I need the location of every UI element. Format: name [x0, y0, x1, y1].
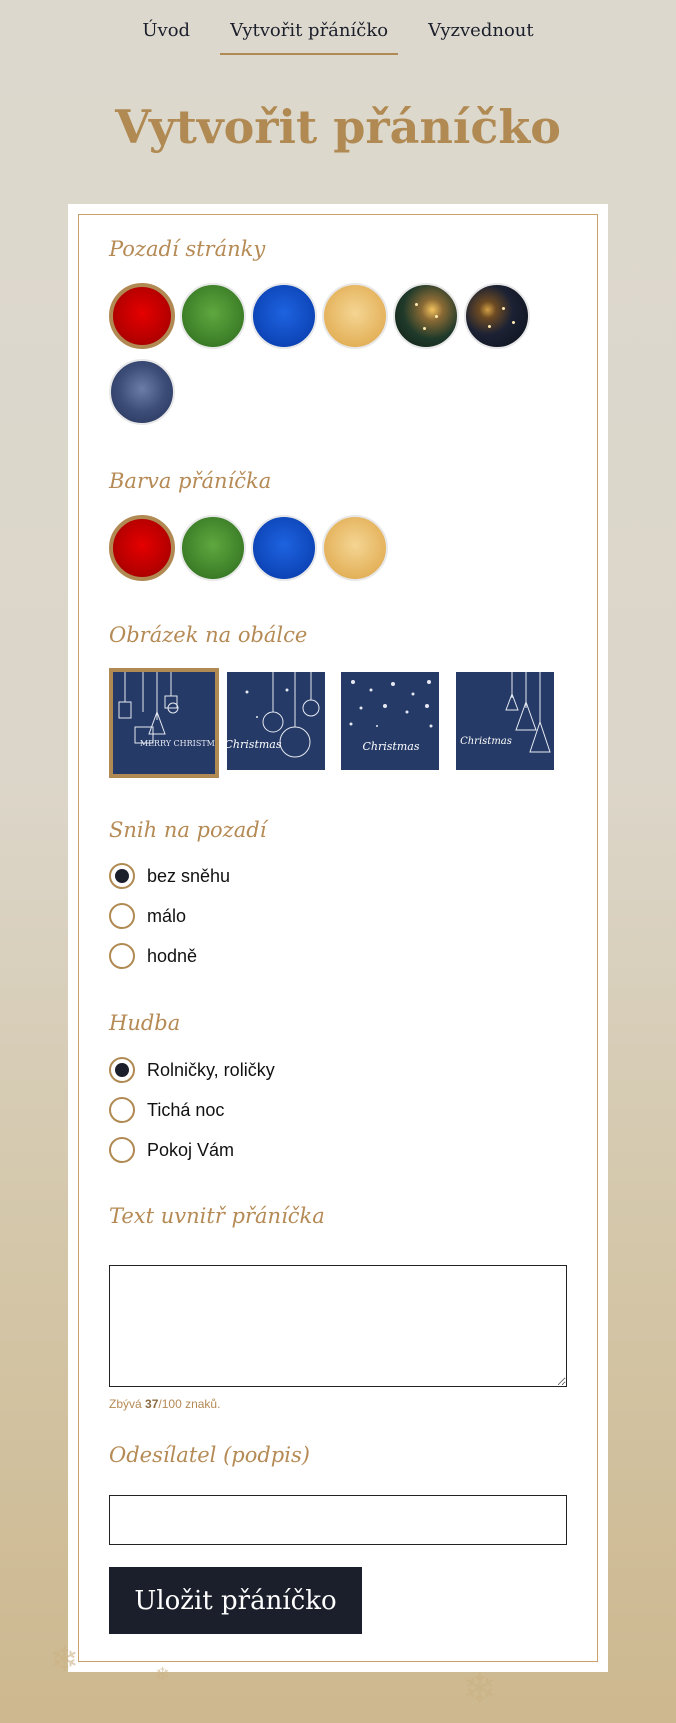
background-swatch-red[interactable]	[109, 283, 175, 349]
music-option-2[interactable]: Tichá noc	[109, 1097, 224, 1123]
background-swatch-photo-lights[interactable]	[393, 283, 459, 349]
card-form: Pozadí stránky Barva přáníčka Obrázek na…	[68, 204, 608, 1672]
background-section-title: Pozadí stránky	[109, 237, 266, 261]
sender-input[interactable]	[109, 1495, 567, 1545]
snow-radio-none[interactable]	[109, 863, 135, 889]
music-radio-3[interactable]	[109, 1137, 135, 1163]
counter-suffix: /100 znaků.	[158, 1397, 221, 1411]
background-swatch-photo-snow-texture[interactable]	[109, 359, 175, 425]
music-radio-2[interactable]	[109, 1097, 135, 1123]
snow-label-lots: hodně	[147, 945, 198, 966]
gifts-stocking-illustration: MERRY CHRISTMAS	[118, 672, 215, 748]
cover-text-1: MERRY CHRISTMAS	[140, 739, 215, 748]
music-option-3[interactable]: Pokoj Vám	[109, 1137, 234, 1163]
page-title: Vytvořit přáníčko	[115, 100, 561, 154]
hanging-baubles-illustration: Christmas	[227, 672, 320, 758]
card-color-section-title: Barva přáníčka	[109, 469, 272, 493]
background-swatch-gold[interactable]	[322, 283, 388, 349]
cover-text-4: Christmas	[460, 736, 512, 747]
background-swatch-photo-ornaments[interactable]	[464, 283, 530, 349]
card-text-textarea[interactable]	[109, 1265, 567, 1387]
snow-option-lots[interactable]: hodně	[109, 943, 197, 969]
background-swatch-green[interactable]	[180, 283, 246, 349]
background-swatch-blue[interactable]	[251, 283, 317, 349]
snow-radio-lots[interactable]	[109, 943, 135, 969]
music-radio-1[interactable]	[109, 1057, 135, 1083]
card-color-swatch-red[interactable]	[109, 515, 175, 581]
nav-item-create[interactable]: Vytvořit přáníčko	[220, 18, 399, 55]
save-card-button[interactable]: Uložit přáníčko	[109, 1567, 362, 1634]
form-frame: Pozadí stránky Barva přáníčka Obrázek na…	[78, 214, 598, 1662]
snow-option-none[interactable]: bez sněhu	[109, 863, 230, 889]
card-color-swatch-blue[interactable]	[251, 515, 317, 581]
text-section-title: Text uvnitř přáníčka	[109, 1204, 325, 1228]
nav-item-pickup[interactable]: Vyzvednout	[418, 18, 544, 55]
counter-prefix: Zbývá	[109, 1397, 142, 1411]
trees-illustration: Christmas	[460, 672, 551, 753]
envelope-option-snowflakes[interactable]: Christmas	[339, 670, 441, 772]
cover-text-2: Christmas	[227, 738, 282, 751]
snowflakes-illustration: Christmas	[349, 680, 433, 753]
nav-item-home[interactable]: Úvod	[132, 18, 200, 55]
snow-option-little[interactable]: málo	[109, 903, 186, 929]
counter-remaining: 37	[145, 1397, 159, 1411]
music-section-title: Hudba	[109, 1011, 181, 1035]
card-color-swatch-gold[interactable]	[322, 515, 388, 581]
music-label-3: Pokoj Vám	[147, 1139, 235, 1160]
music-option-1[interactable]: Rolničky, roličky	[109, 1057, 275, 1083]
music-label-1: Rolničky, roličky	[147, 1059, 275, 1080]
sender-section-title: Odesílatel (podpis)	[109, 1443, 310, 1467]
snowflake-decoration-icon: ❄	[50, 1640, 79, 1680]
snow-label-none: bez sněhu	[147, 865, 231, 886]
envelope-section-title: Obrázek na obálce	[109, 623, 308, 647]
main-nav: Úvod Vytvořit přáníčko Vyzvednout	[0, 18, 676, 55]
snowflake-decoration-icon: ❄	[155, 1664, 171, 1685]
snow-label-little: málo	[147, 905, 187, 926]
snow-radio-little[interactable]	[109, 903, 135, 929]
character-counter: Zbývá 37/100 znaků.	[109, 1397, 220, 1411]
music-label-2: Tichá noc	[147, 1099, 225, 1120]
cover-text-3: Christmas	[363, 740, 420, 753]
snowflake-decoration-icon: ❄	[462, 1664, 498, 1713]
envelope-option-gifts-stocking[interactable]: MERRY CHRISTMAS	[109, 668, 219, 778]
snow-section-title: Snih na pozadí	[109, 818, 267, 842]
envelope-option-hanging-baubles[interactable]: Christmas	[225, 670, 327, 772]
envelope-option-trees[interactable]: Christmas	[454, 670, 556, 772]
card-color-swatch-green[interactable]	[180, 515, 246, 581]
